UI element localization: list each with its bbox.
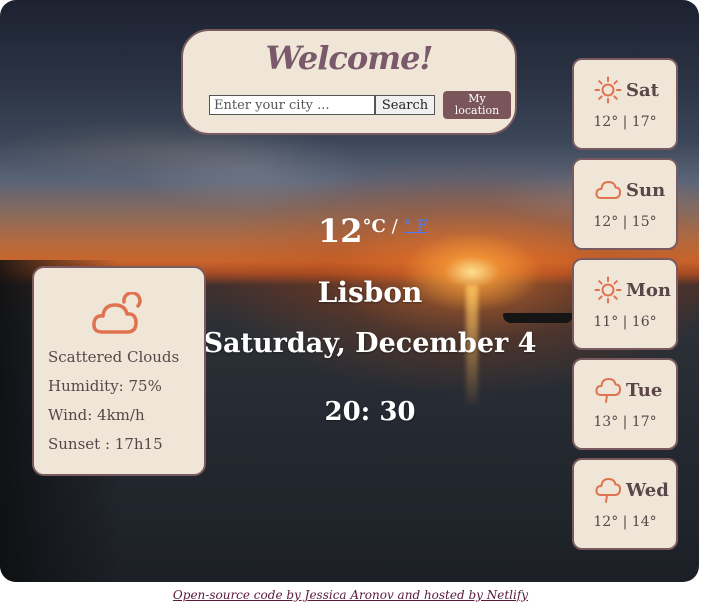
forecast-card-wed: Wed 12° | 14° — [572, 458, 678, 550]
scattered-clouds-icon — [90, 291, 146, 340]
celsius-unit: °C — [362, 216, 386, 237]
city-search-input[interactable] — [209, 95, 375, 115]
wind-text: Wind: 4km/h — [48, 406, 145, 424]
forecast-temps: 12° | 15° — [593, 214, 657, 230]
forecast-card-sun: Sun 12° | 15° — [572, 158, 678, 250]
rain-cloud-icon — [594, 376, 622, 408]
forecast-day-name: Mon — [626, 280, 672, 301]
forecast-card-tue: Tue 13° | 17° — [572, 358, 678, 450]
forecast-day-name: Sun — [626, 180, 666, 201]
footer-source-link[interactable]: Open-source code by Jessica Aronov and h… — [173, 588, 528, 602]
current-temperature: 12 — [318, 212, 363, 250]
my-location-label-line2: location — [454, 104, 500, 117]
my-location-button[interactable]: My location — [443, 91, 511, 119]
forecast-day-name: Tue — [626, 380, 663, 401]
sunset-text: Sunset : 17h15 — [48, 435, 163, 453]
unit-separator: / — [385, 216, 404, 237]
search-card: Welcome! Search My location — [181, 29, 517, 135]
current-time: 20: 30 — [324, 397, 416, 427]
forecast-day-name: Sat — [626, 80, 659, 101]
forecast-temps: 12° | 17° — [593, 114, 657, 130]
boat-silhouette — [503, 313, 573, 323]
humidity-text: Humidity: 75% — [48, 377, 162, 395]
current-details-card: Scattered Clouds Humidity: 75% Wind: 4km… — [32, 266, 206, 476]
forecast-temps: 13° | 17° — [593, 414, 657, 430]
forecast-temps: 12° | 14° — [593, 514, 657, 530]
sun-icon — [594, 76, 622, 108]
weather-description: Scattered Clouds — [48, 348, 180, 366]
fahrenheit-link[interactable]: ° F — [403, 216, 427, 235]
cloud-icon — [594, 176, 622, 208]
footer: Open-source code by Jessica Aronov and h… — [0, 588, 701, 602]
forecast-temps: 11° | 16° — [593, 314, 657, 330]
forecast-card-mon: Mon 11° | 16° — [572, 258, 678, 350]
current-date: Saturday, December 4 — [203, 328, 537, 359]
sun-icon — [594, 276, 622, 308]
search-button[interactable]: Search — [375, 95, 435, 115]
welcome-title: Welcome! — [265, 39, 434, 77]
city-name: Lisbon — [317, 276, 423, 309]
temperature-display: 12°C / ° F — [318, 212, 428, 250]
rain-cloud-icon — [594, 476, 622, 508]
weather-app-background: Welcome! Search My location 12°C / ° F L… — [0, 0, 699, 582]
forecast-card-sat: Sat 12° | 17° — [572, 58, 678, 150]
forecast-day-name: Wed — [626, 480, 669, 501]
